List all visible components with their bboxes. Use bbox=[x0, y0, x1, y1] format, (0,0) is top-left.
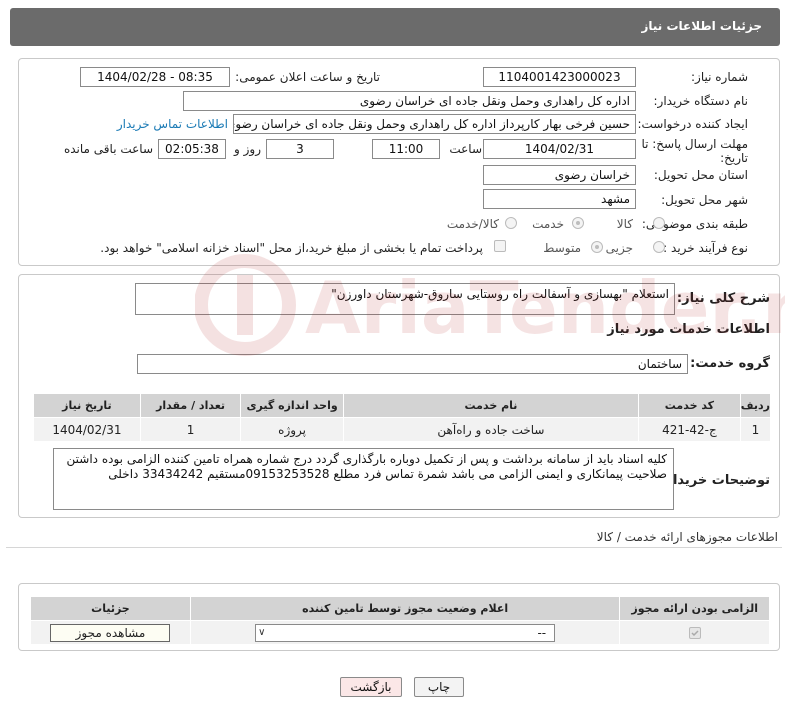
purchase-type-label: نوع فرآیند خرید : bbox=[663, 241, 748, 255]
permits-divider bbox=[6, 547, 782, 548]
page-title: جزئیات اطلاعات نیاز bbox=[641, 19, 762, 33]
permit-status-select[interactable]: -- ∨ bbox=[255, 623, 556, 642]
treasury-checkbox[interactable] bbox=[494, 240, 506, 252]
purchase-radio-medium[interactable] bbox=[591, 241, 603, 253]
cell-permit-required bbox=[619, 620, 770, 645]
service-group-field: ساختمان bbox=[137, 354, 688, 374]
cell-permit-status: -- ∨ bbox=[189, 620, 621, 645]
col-date: تاریخ نیاز bbox=[33, 393, 141, 418]
purchase-minor-label: جزیی bbox=[605, 241, 633, 255]
chevron-down-icon: ∨ bbox=[258, 626, 266, 638]
cell-code: ج-42-421 bbox=[638, 417, 741, 442]
city-field: مشهد bbox=[483, 189, 636, 209]
description-label: شرح کلی نیاز: bbox=[676, 291, 770, 306]
category-radio-goods[interactable] bbox=[653, 217, 665, 229]
services-title: اطلاعات خدمات مورد نیاز bbox=[607, 322, 770, 337]
treasury-note: پرداخت تمام یا بخشی از مبلغ خرید،از محل … bbox=[100, 241, 483, 255]
need-number-label: شماره نیاز: bbox=[691, 70, 748, 84]
back-button[interactable]: بازگشت bbox=[340, 677, 402, 697]
buyer-org-field: اداره کل راهداری وحمل ونقل جاده ای خراسا… bbox=[183, 91, 636, 111]
category-goods-label: کالا bbox=[616, 217, 633, 231]
check-icon bbox=[691, 630, 699, 637]
col-code: کد خدمت bbox=[638, 393, 741, 418]
permit-required-checkbox bbox=[688, 627, 701, 639]
province-label: استان محل تحویل: bbox=[653, 168, 748, 182]
permits-table: الزامی بودن ارائه مجوز اعلام وضعیت مجوز … bbox=[30, 596, 770, 645]
page-header: جزئیات اطلاعات نیاز bbox=[10, 8, 780, 46]
deadline-time-label: ساعت bbox=[449, 142, 482, 156]
city-label: شهر محل تحویل: bbox=[661, 193, 748, 207]
col-permit-status: اعلام وضعیت مجوز توسط تامین کننده bbox=[189, 596, 621, 621]
col-permit-required: الزامی بودن ارائه مجوز bbox=[619, 596, 770, 621]
deadline-label: مهلت ارسال پاسخ: تا تاریخ: bbox=[641, 137, 748, 165]
permit-status-value: -- bbox=[537, 625, 547, 640]
services-table-header: ردیف کد خدمت نام خدمت واحد اندازه گیری ت… bbox=[33, 393, 772, 418]
cell-name: ساخت جاده و راه‌آهن bbox=[342, 417, 640, 442]
buyer-org-label: نام دستگاه خریدار: bbox=[653, 94, 749, 108]
announce-label: تاریخ و ساعت اعلان عمومی: bbox=[235, 70, 380, 84]
cell-permit-details: مشاهده مجوز bbox=[30, 620, 191, 645]
creator-label: ایجاد کننده درخواست: bbox=[637, 117, 748, 131]
service-group-label: گروه خدمت: bbox=[690, 356, 770, 371]
print-button[interactable]: چاپ bbox=[414, 677, 464, 697]
need-number-field: 1104001423000023 bbox=[483, 67, 636, 87]
remaining-time-label: ساعت باقی مانده bbox=[63, 142, 153, 156]
purchase-radio-minor[interactable] bbox=[653, 241, 665, 253]
permits-table-header: الزامی بودن ارائه مجوز اعلام وضعیت مجوز … bbox=[30, 596, 770, 621]
col-name: نام خدمت bbox=[342, 393, 640, 418]
purchase-medium-label: متوسط bbox=[543, 241, 581, 255]
remaining-days-label: روز و bbox=[234, 142, 261, 156]
category-radio-service[interactable] bbox=[572, 217, 584, 229]
cell-date: 1404/02/31 bbox=[33, 417, 141, 442]
col-permit-details: جزئیات bbox=[30, 596, 191, 621]
cell-unit: پروژه bbox=[240, 417, 344, 442]
creator-field: حسین فرخی بهار کارپرداز اداره کل راهداری… bbox=[233, 114, 636, 134]
table-row: 1 ج-42-421 ساخت جاده و راه‌آهن پروژه 1 1… bbox=[33, 417, 772, 442]
province-field: خراسان رضوی bbox=[483, 165, 636, 185]
deadline-date-field: 1404/02/31 bbox=[483, 139, 636, 159]
category-service-label: خدمت bbox=[532, 217, 564, 231]
announce-field: 1404/02/28 - 08:35 bbox=[80, 67, 230, 87]
deadline-time-field: 11:00 bbox=[372, 139, 440, 159]
cell-qty: 1 bbox=[139, 417, 242, 442]
category-goods-service-label: کالا/خدمت bbox=[446, 217, 499, 231]
view-permit-button[interactable]: مشاهده مجوز bbox=[50, 623, 171, 642]
col-qty: تعداد / مقدار bbox=[139, 393, 242, 418]
category-radio-goods-service[interactable] bbox=[505, 217, 517, 229]
remaining-time-field: 02:05:38 bbox=[158, 139, 226, 159]
cell-row: 1 bbox=[739, 417, 772, 442]
remaining-days-field: 3 bbox=[266, 139, 334, 159]
col-row: ردیف bbox=[739, 393, 772, 418]
buyer-contact-link[interactable]: اطلاعات تماس خریدار bbox=[117, 117, 228, 131]
services-table: ردیف کد خدمت نام خدمت واحد اندازه گیری ت… bbox=[33, 393, 772, 442]
permits-title: اطلاعات مجوزهای ارائه خدمت / کالا bbox=[596, 530, 778, 544]
buyer-notes-field: کلیه اسناد باید از سامانه برداشت و پس از… bbox=[53, 448, 674, 510]
description-field: استعلام "بهسازی و آسفالت راه روستایی سار… bbox=[135, 283, 675, 315]
col-unit: واحد اندازه گیری bbox=[240, 393, 344, 418]
buyer-notes-label: توضیحات خریدار: bbox=[660, 473, 770, 488]
table-row: -- ∨ مشاهده مجوز bbox=[30, 620, 770, 645]
